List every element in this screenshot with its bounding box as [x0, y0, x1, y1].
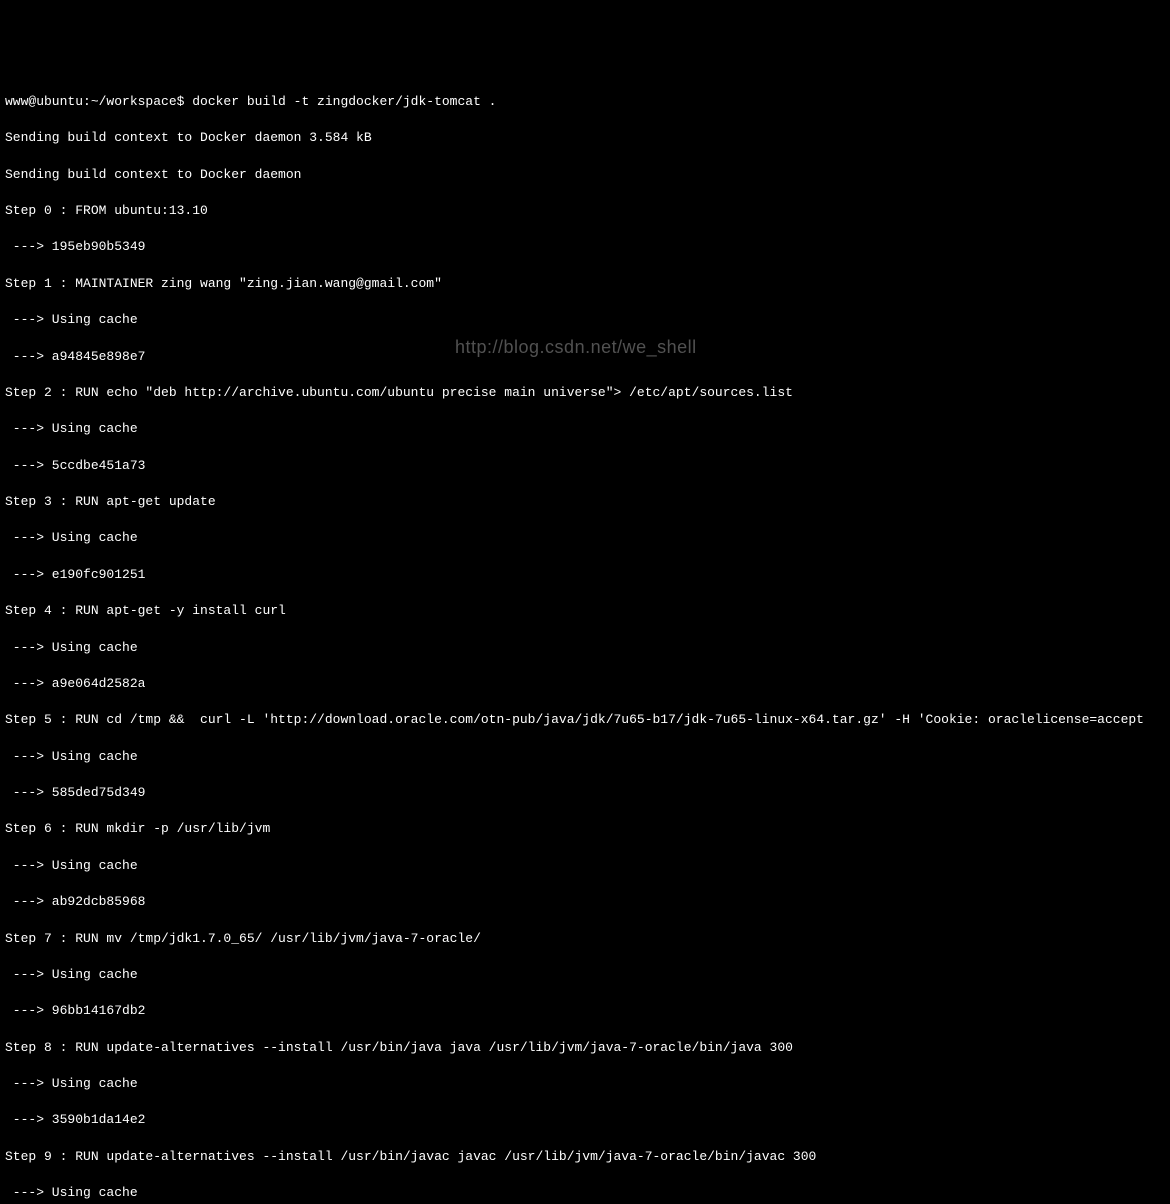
terminal-line: ---> Using cache — [5, 311, 1165, 329]
terminal-line: Step 7 : RUN mv /tmp/jdk1.7.0_65/ /usr/l… — [5, 930, 1165, 948]
terminal-line: Step 1 : MAINTAINER zing wang "zing.jian… — [5, 275, 1165, 293]
terminal-line: ---> Using cache — [5, 529, 1165, 547]
terminal-line: ---> Using cache — [5, 1184, 1165, 1202]
terminal-line: Step 3 : RUN apt-get update — [5, 493, 1165, 511]
terminal-line: ---> Using cache — [5, 857, 1165, 875]
terminal-output[interactable]: www@ubuntu:~/workspace$ docker build -t … — [5, 75, 1165, 1204]
terminal-line: ---> Using cache — [5, 639, 1165, 657]
terminal-line: Step 0 : FROM ubuntu:13.10 — [5, 202, 1165, 220]
terminal-line: ---> 585ded75d349 — [5, 784, 1165, 802]
terminal-line: ---> 96bb14167db2 — [5, 1002, 1165, 1020]
terminal-line: Sending build context to Docker daemon — [5, 166, 1165, 184]
terminal-line: ---> Using cache — [5, 966, 1165, 984]
terminal-line: ---> ab92dcb85968 — [5, 893, 1165, 911]
terminal-line: ---> a94845e898e7 — [5, 348, 1165, 366]
terminal-line: ---> Using cache — [5, 748, 1165, 766]
terminal-line: Sending build context to Docker daemon 3… — [5, 129, 1165, 147]
terminal-line: www@ubuntu:~/workspace$ docker build -t … — [5, 93, 1165, 111]
terminal-line: ---> a9e064d2582a — [5, 675, 1165, 693]
terminal-line: Step 6 : RUN mkdir -p /usr/lib/jvm — [5, 820, 1165, 838]
terminal-line: ---> 3590b1da14e2 — [5, 1111, 1165, 1129]
terminal-line: ---> e190fc901251 — [5, 566, 1165, 584]
terminal-line: ---> 195eb90b5349 — [5, 238, 1165, 256]
terminal-line: ---> Using cache — [5, 1075, 1165, 1093]
terminal-line: Step 9 : RUN update-alternatives --insta… — [5, 1148, 1165, 1166]
terminal-line: ---> Using cache — [5, 420, 1165, 438]
terminal-line: ---> 5ccdbe451a73 — [5, 457, 1165, 475]
terminal-line: Step 4 : RUN apt-get -y install curl — [5, 602, 1165, 620]
terminal-line: Step 5 : RUN cd /tmp && curl -L 'http://… — [5, 711, 1165, 729]
terminal-line: Step 2 : RUN echo "deb http://archive.ub… — [5, 384, 1165, 402]
terminal-line: Step 8 : RUN update-alternatives --insta… — [5, 1039, 1165, 1057]
